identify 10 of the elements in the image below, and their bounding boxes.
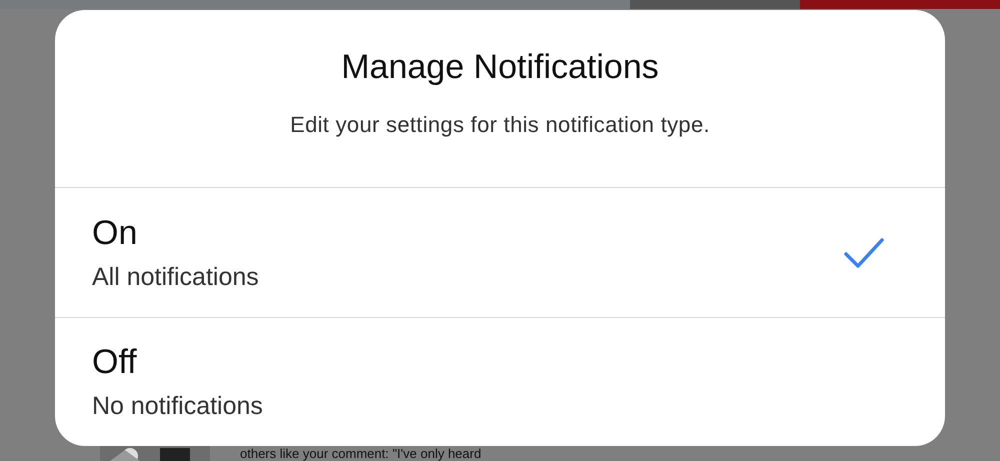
option-row[interactable]: Off No notifications (55, 318, 945, 445)
dialog-title: Manage Notifications (341, 48, 659, 87)
checkmark-icon (843, 236, 885, 268)
comment-snippet: others like your comment: "I've only heard (240, 446, 482, 461)
option-label: On (92, 214, 138, 252)
option-label: Off (92, 342, 138, 382)
option-description: No notifications (92, 392, 264, 420)
option-row[interactable]: On All notifications (55, 188, 945, 318)
dialog-subtitle: Edit your settings for this notification type. (290, 112, 710, 138)
option-description: All notifications (92, 262, 260, 292)
